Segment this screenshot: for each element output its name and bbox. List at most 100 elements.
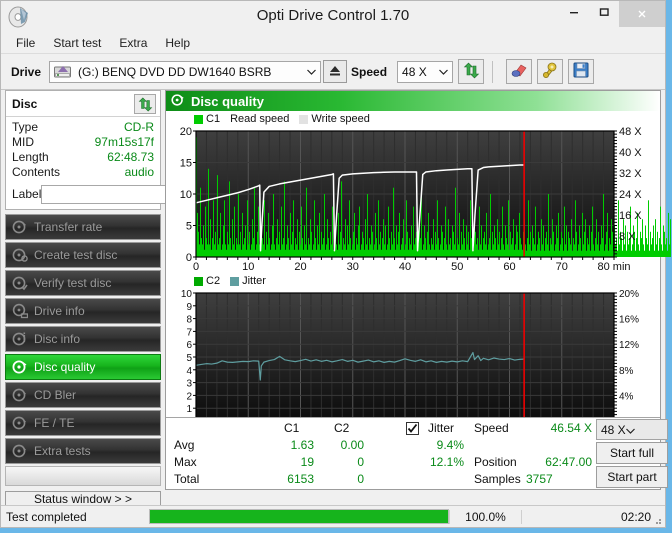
disc-key-length: Length: [12, 150, 49, 164]
svg-text:80 min: 80 min: [597, 261, 630, 273]
sidebar-item-create-test-disc[interactable]: Create test disc: [5, 242, 161, 268]
menu-help[interactable]: Help: [156, 34, 199, 52]
svg-text:8 X: 8 X: [619, 231, 636, 243]
progress-percent: 100.0%: [449, 509, 521, 524]
sidebar-item-fe-te[interactable]: FE / TE: [5, 410, 161, 436]
eraser-icon: [510, 62, 528, 81]
sidebar-item-transfer-rate[interactable]: Transfer rate: [5, 214, 161, 240]
floppy-save-icon: [573, 62, 589, 81]
svg-text:3: 3: [186, 379, 192, 390]
legend-swatch-jitter: [230, 276, 240, 286]
disc-verify-icon: [12, 275, 28, 291]
chevron-down-icon: [434, 62, 452, 82]
disc-value-type: CD-R: [124, 120, 154, 134]
results-samples-value: 3757: [526, 472, 553, 486]
speed-select-value: 48 X: [402, 64, 427, 79]
sidebar-item-disc-quality[interactable]: Disc quality: [5, 354, 161, 380]
sidebar-item-extra-tests[interactable]: Extra tests: [5, 438, 161, 464]
jitter-checkbox[interactable]: [406, 422, 419, 435]
drive-icon: [54, 64, 72, 79]
svg-text:0: 0: [193, 261, 199, 273]
eject-button[interactable]: [323, 60, 348, 83]
results-header-c2: C2: [334, 421, 350, 435]
disc-bler-icon: [12, 387, 28, 403]
results-position-label: Position: [474, 455, 517, 469]
menu-start-test[interactable]: Start test: [44, 34, 110, 52]
refresh-button[interactable]: [458, 59, 485, 84]
save-button[interactable]: [568, 59, 595, 84]
resize-grip[interactable]: [652, 514, 662, 524]
erase-button[interactable]: [506, 59, 533, 84]
c2-chart-legend: C2 Jitter: [194, 275, 276, 287]
svg-text:20%: 20%: [619, 289, 639, 300]
disc-panel-title: Disc: [12, 97, 38, 111]
results-max-jitter: 12.1%: [429, 455, 464, 469]
test-speed-select[interactable]: 48 X: [596, 419, 668, 440]
menu-extra[interactable]: Extra: [110, 34, 156, 52]
results-max-c1: 19: [300, 455, 314, 469]
menu-file[interactable]: File: [7, 34, 44, 52]
test-speed-value: 48 X: [601, 422, 626, 437]
toolbar: Drive (G:) BENQ DVD DD DW1640 BSRB Speed…: [1, 54, 665, 90]
results-speed-label: Speed: [474, 421, 509, 435]
speed-label: Speed: [351, 64, 388, 79]
disc-drive-icon: [12, 303, 29, 319]
svg-text:1: 1: [186, 404, 192, 415]
disc-fete-icon: [12, 415, 28, 431]
disc-info-icon: [12, 331, 28, 347]
app-window: Opti Drive Control 1.70 File Start test …: [0, 0, 671, 528]
disc-label-caption: Label: [12, 187, 42, 201]
sidebar-label-fe-te: FE / TE: [34, 416, 75, 430]
minimize-button[interactable]: [559, 1, 589, 23]
disc-row-mid: MID 97m15s17f: [12, 135, 154, 150]
start-part-button[interactable]: Start part: [596, 466, 668, 488]
svg-text:32 X: 32 X: [619, 168, 642, 180]
svg-text:16 X: 16 X: [619, 210, 642, 222]
results-row-avg-name: Avg: [174, 438, 195, 452]
drive-select-value: (G:) BENQ DVD DD DW1640 BSRB: [78, 64, 272, 79]
main-panel: Disc quality C1 Read speed Write speed 0…: [165, 90, 671, 490]
svg-text:40 X: 40 X: [619, 147, 642, 159]
svg-text:16%: 16%: [619, 315, 639, 326]
disc-row-contents: Contents audio: [12, 165, 154, 180]
disc-quality-icon: [171, 93, 185, 110]
svg-text:24 X: 24 X: [619, 189, 642, 201]
disc-quality-icon: [12, 359, 28, 375]
drive-select[interactable]: (G:) BENQ DVD DD DW1640 BSRB: [49, 60, 322, 83]
menu-bar: File Start test Extra Help: [1, 33, 665, 54]
legend-label-read-speed: Read speed: [230, 113, 290, 125]
settings-button[interactable]: [537, 59, 564, 84]
c1-chart[interactable]: 0 5 10 15 20 0 10 20 30 40 50 60 70 80 min 8 X 16 X 24 X…: [166, 125, 671, 275]
elapsed-time: 02:20: [521, 509, 665, 524]
svg-text:12%: 12%: [619, 340, 639, 351]
chevron-down-icon: [302, 62, 320, 82]
legend-swatch-c1: [194, 114, 203, 124]
progress-bar: [149, 509, 449, 524]
sidebar-item-verify-test-disc[interactable]: Verify test disc: [5, 270, 161, 296]
disc-row-type: Type CD-R: [12, 120, 154, 135]
disc-key-mid: MID: [12, 135, 34, 149]
legend-label-write-speed: Write speed: [311, 113, 370, 125]
disc-key-type: Type: [12, 120, 39, 134]
sidebar-item-drive-info[interactable]: Drive info: [5, 298, 161, 324]
disc-refresh-button[interactable]: [134, 94, 156, 114]
disc-label-row: Label: [12, 183, 247, 205]
sidebar-item-cd-bler[interactable]: CD Bler: [5, 382, 161, 408]
refresh-arrows-icon: [463, 62, 480, 82]
svg-text:5: 5: [186, 353, 192, 364]
results-panel: C1 C2 Jitter Avg 1.63 0.00 9.4% Max 19 0…: [166, 417, 668, 489]
sidebar-filler: [5, 466, 161, 486]
start-full-button[interactable]: Start full: [596, 442, 668, 464]
sidebar-item-disc-info[interactable]: Disc info: [5, 326, 161, 352]
key-icon: [541, 62, 559, 81]
disc-create-icon: [12, 247, 28, 263]
results-header-c1: C1: [284, 421, 300, 435]
close-button[interactable]: [619, 1, 665, 27]
speed-select[interactable]: 48 X: [397, 60, 454, 83]
status-bar: Test completed 100.0% 02:20: [1, 505, 665, 527]
sidebar-label-verify-test-disc: Verify test disc: [34, 276, 112, 290]
results-row-max-name: Max: [174, 455, 197, 469]
legend-label-c1: C1: [206, 113, 221, 125]
maximize-button[interactable]: [589, 1, 619, 23]
svg-text:6: 6: [186, 340, 192, 351]
